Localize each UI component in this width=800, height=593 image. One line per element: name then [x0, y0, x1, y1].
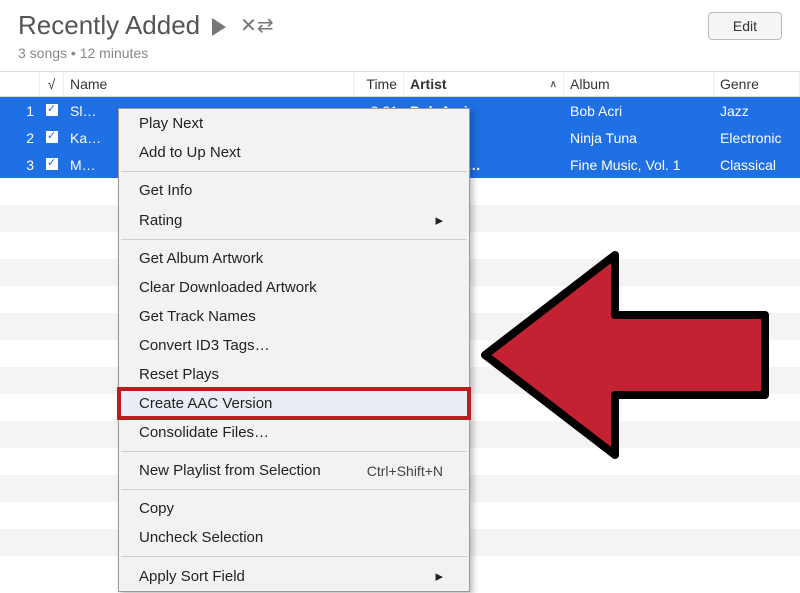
menu-get-track-names[interactable]: Get Track Names	[119, 302, 469, 331]
menu-get-info[interactable]: Get Info	[119, 176, 469, 205]
shuffle-icon[interactable]: ✕⇄	[240, 13, 274, 38]
menu-separator	[121, 489, 467, 490]
row-album: Ninja Tuna	[564, 126, 714, 150]
menu-uncheck[interactable]: Uncheck Selection	[119, 523, 469, 552]
col-name[interactable]: Name	[64, 72, 354, 96]
annotation-arrow-icon	[465, 245, 800, 465]
col-album[interactable]: Album	[564, 72, 714, 96]
context-menu: Play Next Add to Up Next Get Info Rating…	[118, 108, 470, 592]
row-genre: Electronic	[714, 126, 800, 150]
row-checkbox[interactable]	[40, 153, 64, 177]
menu-separator	[121, 556, 467, 557]
menu-rating[interactable]: Rating ▸	[119, 205, 469, 235]
column-headers: √ Name Time Artist ∧ Album Genre	[0, 71, 800, 97]
menu-separator	[121, 171, 467, 172]
col-check[interactable]: √	[40, 72, 64, 96]
menu-create-aac[interactable]: Create AAC Version	[119, 389, 469, 418]
row-checkbox[interactable]	[40, 126, 64, 150]
menu-separator	[121, 451, 467, 452]
submenu-arrow-icon: ▸	[435, 211, 443, 229]
menu-convert-id3[interactable]: Convert ID3 Tags…	[119, 331, 469, 360]
row-genre: Jazz	[714, 99, 800, 123]
edit-button[interactable]: Edit	[708, 12, 782, 40]
header: Recently Added ✕⇄ Edit	[0, 0, 800, 47]
menu-separator	[121, 239, 467, 240]
col-number[interactable]	[0, 72, 40, 96]
menu-shortcut: Ctrl+Shift+N	[367, 463, 443, 479]
row-checkbox[interactable]	[40, 99, 64, 123]
col-artist-label: Artist	[410, 76, 447, 92]
row-number: 3	[0, 153, 40, 177]
col-time[interactable]: Time	[354, 72, 404, 96]
play-icon[interactable]	[212, 18, 226, 36]
col-genre[interactable]: Genre	[714, 72, 800, 96]
menu-copy[interactable]: Copy	[119, 494, 469, 523]
row-album: Bob Acri	[564, 99, 714, 123]
menu-get-artwork[interactable]: Get Album Artwork	[119, 244, 469, 273]
menu-new-playlist[interactable]: New Playlist from Selection Ctrl+Shift+N	[119, 456, 469, 485]
menu-consolidate[interactable]: Consolidate Files…	[119, 418, 469, 447]
row-number: 1	[0, 99, 40, 123]
col-artist[interactable]: Artist ∧	[404, 72, 564, 96]
row-number: 2	[0, 126, 40, 150]
row-genre: Classical	[714, 153, 800, 177]
menu-play-next[interactable]: Play Next	[119, 109, 469, 138]
menu-clear-artwork[interactable]: Clear Downloaded Artwork	[119, 273, 469, 302]
menu-new-playlist-label: New Playlist from Selection	[139, 462, 321, 479]
submenu-arrow-icon: ▸	[435, 567, 443, 585]
page-title: Recently Added	[18, 10, 200, 41]
menu-apply-sort[interactable]: Apply Sort Field ▸	[119, 561, 469, 591]
menu-reset-plays[interactable]: Reset Plays	[119, 360, 469, 389]
menu-rating-label: Rating	[139, 212, 182, 229]
row-album: Fine Music, Vol. 1	[564, 153, 714, 177]
subtitle: 3 songs • 12 minutes	[0, 45, 800, 61]
sort-asc-icon: ∧	[550, 79, 557, 90]
menu-add-up-next[interactable]: Add to Up Next	[119, 138, 469, 167]
menu-apply-sort-label: Apply Sort Field	[139, 568, 245, 585]
